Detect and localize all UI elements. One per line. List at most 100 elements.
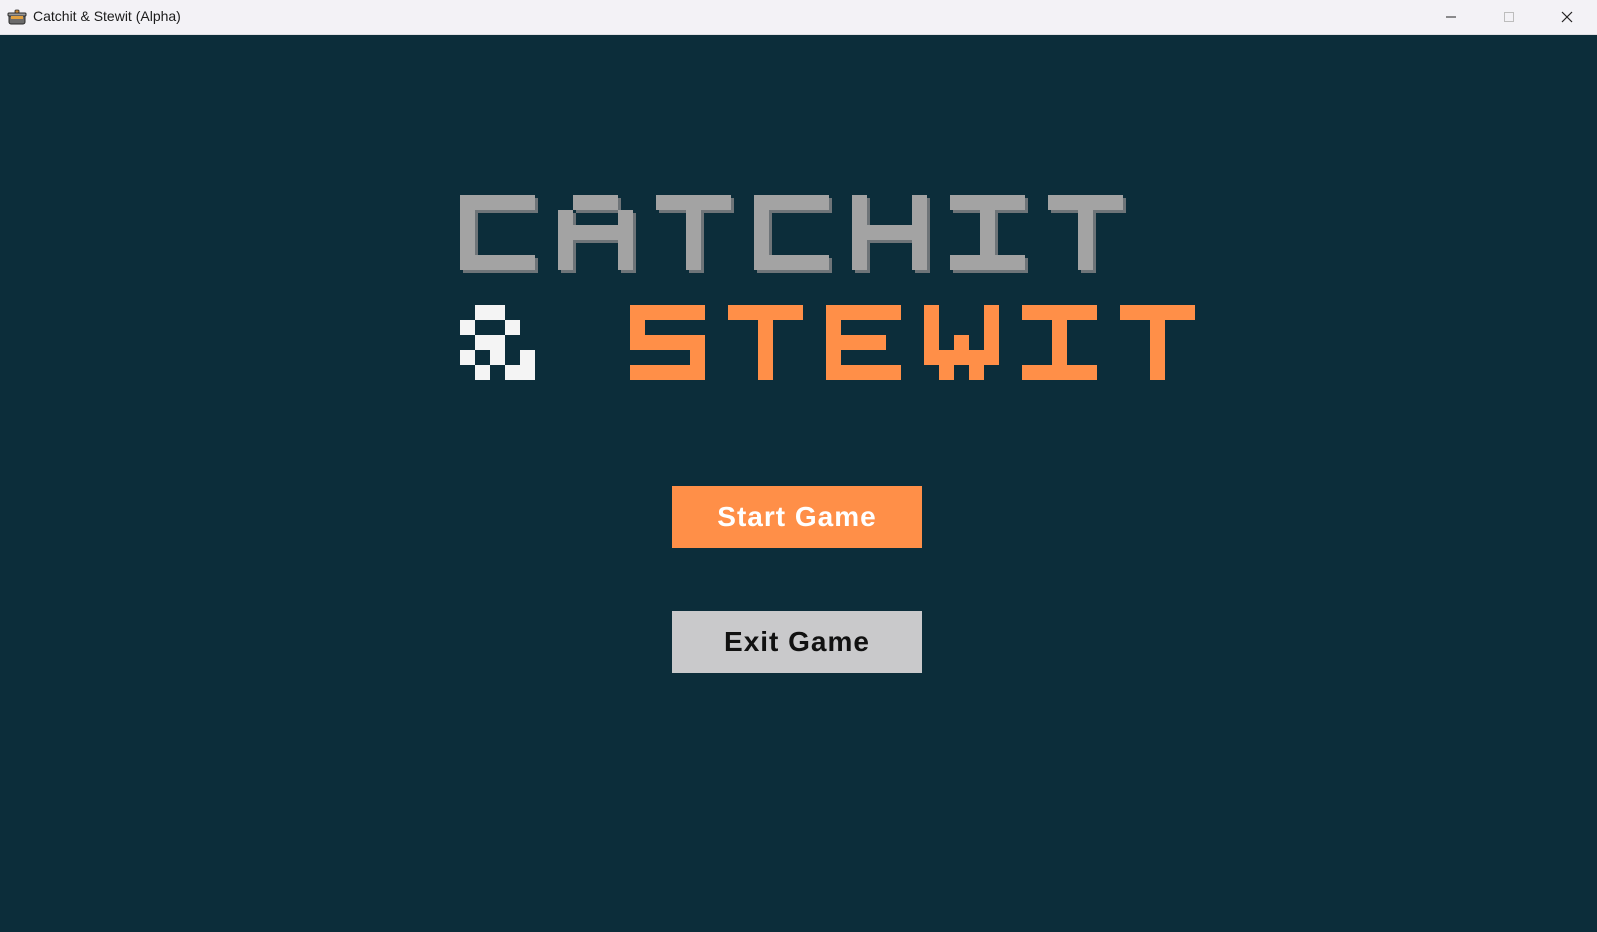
logo-pixel — [460, 210, 475, 225]
logo-pixel — [856, 305, 871, 320]
logo-pixel — [1052, 365, 1067, 380]
logo-pixel — [686, 225, 701, 240]
logo-pixel — [1037, 365, 1052, 380]
logo-pixel — [924, 320, 939, 335]
logo-pixel — [758, 350, 773, 365]
logo-pixel — [520, 350, 535, 365]
logo-pixel — [897, 225, 912, 240]
logo-pixel — [490, 350, 505, 365]
logo-pixel — [954, 350, 969, 365]
maximize-button[interactable] — [1480, 0, 1538, 34]
logo-pixel — [1135, 305, 1150, 320]
logo-pixel — [618, 255, 633, 270]
logo-pixel — [475, 255, 490, 270]
logo-pixel — [867, 225, 882, 240]
logo-pixel — [475, 195, 490, 210]
start-game-button[interactable]: Start Game — [672, 486, 922, 548]
logo-pixel — [754, 195, 769, 210]
logo-pixel — [675, 365, 690, 380]
logo-pixel — [1150, 350, 1165, 365]
cooking-pot-icon — [7, 9, 27, 25]
logo-pixel — [995, 255, 1010, 270]
logo-pixel — [505, 365, 520, 380]
logo-pixel — [630, 320, 645, 335]
logo-pixel — [969, 365, 984, 380]
logo-pixel — [758, 320, 773, 335]
logo-ampersand — [460, 305, 535, 380]
logo-pixel — [754, 210, 769, 225]
logo-pixel — [460, 255, 475, 270]
logo-pixel — [799, 195, 814, 210]
logo-pixel — [924, 305, 939, 320]
logo-pixel — [1180, 305, 1195, 320]
logo-pixel — [1108, 195, 1123, 210]
logo-pixel — [984, 305, 999, 320]
logo-pixel — [754, 255, 769, 270]
logo-pixel — [912, 240, 927, 255]
logo-pixel — [871, 335, 886, 350]
logo-pixel — [995, 195, 1010, 210]
game-logo — [460, 195, 1195, 380]
logo-pixel — [1078, 225, 1093, 240]
logo-pixel — [690, 305, 705, 320]
logo-pixel — [520, 255, 535, 270]
logo-pixel — [460, 225, 475, 240]
logo-pixel — [690, 335, 705, 350]
logo-pixel — [924, 350, 939, 365]
logo-pixel — [980, 195, 995, 210]
logo-pixel — [984, 350, 999, 365]
logo-pixel — [660, 335, 675, 350]
logo-pixel — [671, 195, 686, 210]
logo-pixel — [686, 255, 701, 270]
logo-pixel — [1078, 255, 1093, 270]
logo-pixel — [675, 305, 690, 320]
logo-pixel — [460, 320, 475, 335]
title-bar[interactable]: Catchit & Stewit (Alpha) — [0, 0, 1597, 35]
logo-pixel — [1063, 195, 1078, 210]
logo-pixel — [852, 240, 867, 255]
logo-pixel — [852, 210, 867, 225]
logo-pixel — [645, 365, 660, 380]
minimize-button[interactable] — [1422, 0, 1480, 34]
logo-pixel — [1082, 365, 1097, 380]
logo-pixel — [1165, 305, 1180, 320]
logo-pixel — [603, 225, 618, 240]
logo-pixel — [558, 255, 573, 270]
logo-pixel — [769, 195, 784, 210]
logo-pixel — [505, 255, 520, 270]
logo-pixel — [788, 305, 803, 320]
maximize-icon — [1504, 12, 1514, 22]
logo-pixel — [630, 305, 645, 320]
logo-pixel — [1150, 335, 1165, 350]
logo-pixel — [852, 225, 867, 240]
exit-game-button[interactable]: Exit Game — [672, 611, 922, 673]
logo-pixel — [1067, 305, 1082, 320]
logo-pixel — [716, 195, 731, 210]
logo-pixel — [950, 255, 965, 270]
logo-pixel — [950, 195, 965, 210]
logo-pixel — [924, 335, 939, 350]
logo-pixel — [588, 195, 603, 210]
logo-pixel — [603, 195, 618, 210]
logo-pixel — [841, 335, 856, 350]
logo-pixel — [558, 240, 573, 255]
logo-pixel — [656, 195, 671, 210]
logo-pixel — [939, 350, 954, 365]
logo-pixel — [826, 320, 841, 335]
logo-pixel — [1022, 305, 1037, 320]
logo-pixel — [573, 225, 588, 240]
logo-pixel — [980, 255, 995, 270]
logo-pixel — [1150, 320, 1165, 335]
logo-pixel — [980, 240, 995, 255]
logo-pixel — [490, 195, 505, 210]
logo-pixel — [784, 255, 799, 270]
logo-pixel — [490, 255, 505, 270]
logo-pixel — [690, 350, 705, 365]
logo-pixel — [1052, 335, 1067, 350]
logo-pixel — [1078, 210, 1093, 225]
logo-pixel — [743, 305, 758, 320]
logo-pixel — [460, 195, 475, 210]
logo-pixel — [965, 195, 980, 210]
logo-pixel — [1093, 195, 1108, 210]
close-button[interactable] — [1538, 0, 1596, 34]
